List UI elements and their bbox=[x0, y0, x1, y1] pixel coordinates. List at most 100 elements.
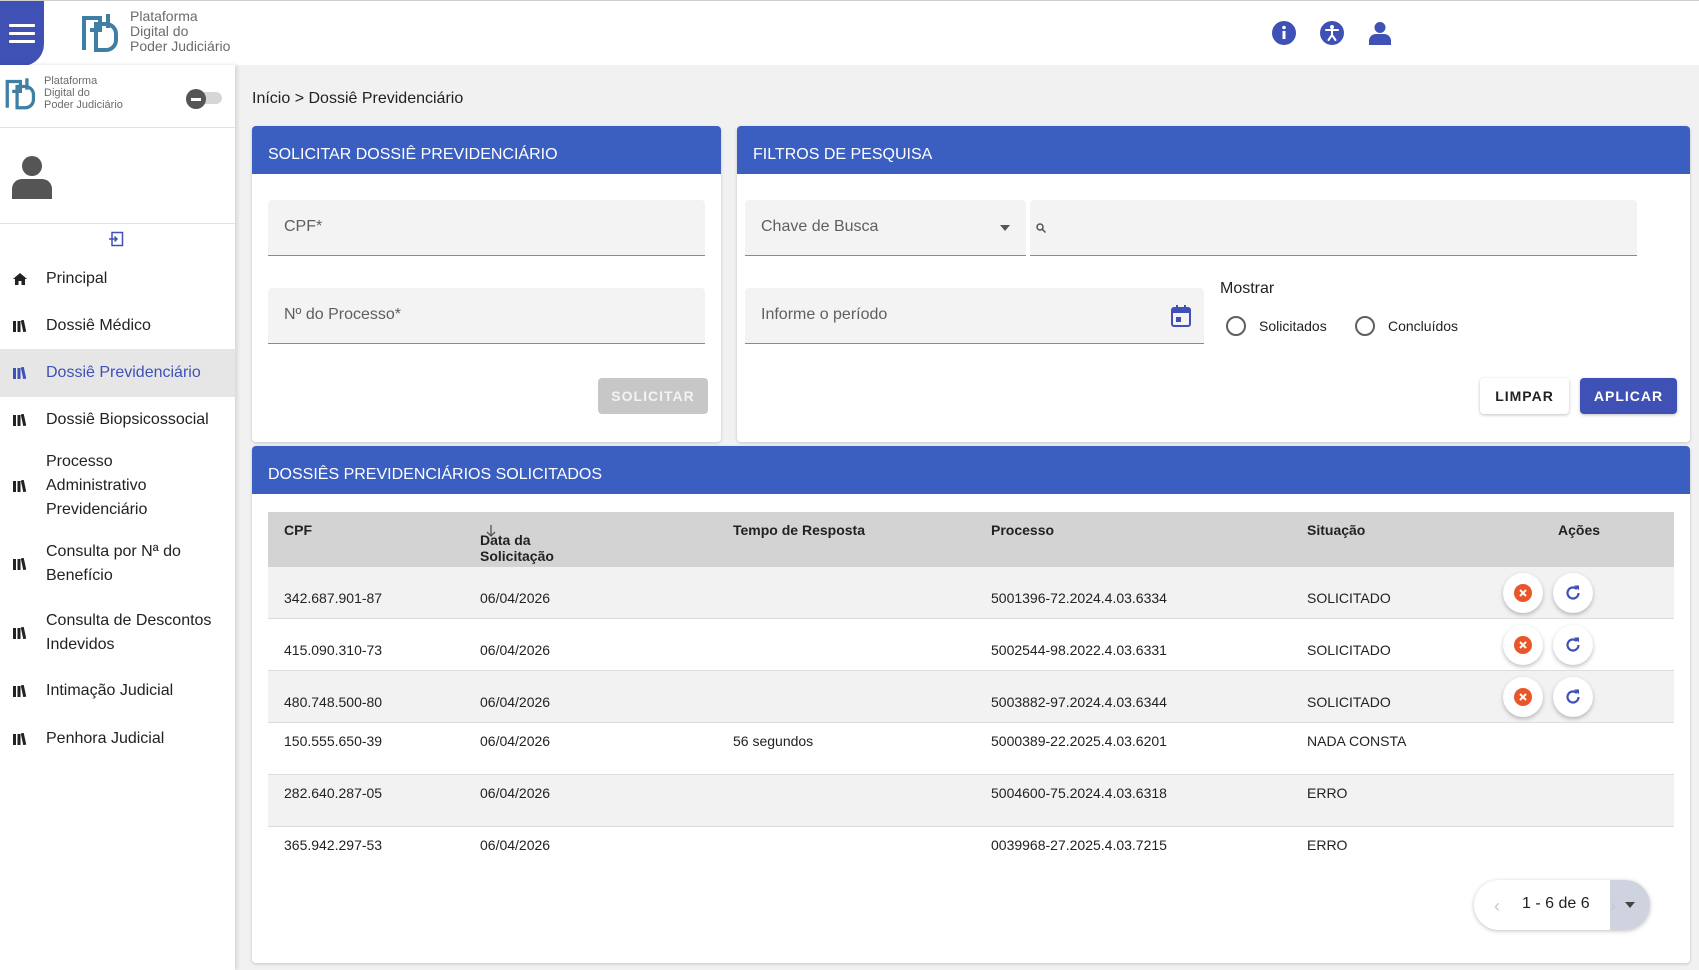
column-status[interactable]: Situação bbox=[1307, 522, 1365, 538]
filters-card-title: FILTROS DE PESQUISA bbox=[737, 126, 1690, 174]
cell-date: 06/04/2026 bbox=[480, 694, 551, 710]
process-number-field[interactable]: Nº do Processo* bbox=[268, 288, 705, 344]
cell-status: SOLICITADO bbox=[1307, 694, 1391, 710]
library-icon bbox=[13, 558, 27, 570]
request-button[interactable]: SOLICITAR bbox=[598, 378, 708, 414]
pdpj-logo-icon bbox=[5, 78, 36, 110]
sidebar-item-label: Processo Administrativo Previdenciário bbox=[46, 450, 147, 522]
search-icon bbox=[1036, 223, 1046, 233]
sidebar-brand: Plataforma Digital do Poder Judiciário bbox=[4, 75, 123, 111]
cancel-icon bbox=[1514, 584, 1532, 602]
cell-process: 5001396-72.2024.4.03.6334 bbox=[991, 590, 1167, 606]
sidebar-brand-line-2: Digital do bbox=[44, 87, 90, 99]
sidebar-item-principal[interactable]: Principal bbox=[0, 255, 235, 303]
radio-circle-icon bbox=[1226, 316, 1246, 336]
column-date[interactable]: Data da Solicitação bbox=[480, 522, 554, 564]
sidebar-item-consulta-descontos[interactable]: Consulta de Descontos Indevidos bbox=[0, 599, 235, 667]
period-field[interactable]: Informe o período bbox=[745, 288, 1204, 344]
sidebar-item-label: Dossiê Médico bbox=[46, 317, 151, 334]
brand-line-2: Digital do bbox=[130, 23, 189, 39]
radio-requested[interactable]: Solicitados bbox=[1226, 316, 1327, 336]
menu-button[interactable] bbox=[0, 1, 44, 66]
pagination: ‹ 1 - 6 de 6 › bbox=[1474, 880, 1650, 930]
sidebar-item-label: Penhora Judicial bbox=[46, 730, 165, 747]
cell-status: SOLICITADO bbox=[1307, 642, 1391, 658]
library-icon bbox=[13, 627, 27, 639]
sidebar-item-label-line: Administrativo bbox=[46, 477, 147, 494]
sidebar-item-penhora-judicial[interactable]: Penhora Judicial bbox=[0, 715, 235, 763]
sidebar-item-dossie-biopsicossocial[interactable]: Dossiê Biopsicossocial bbox=[0, 397, 235, 443]
table-row: 342.687.901-87 06/04/2026 5001396-72.202… bbox=[268, 567, 1674, 619]
cancel-request-button[interactable] bbox=[1503, 573, 1543, 613]
next-page-icon[interactable]: › bbox=[1610, 896, 1616, 917]
radio-completed[interactable]: Concluídos bbox=[1355, 316, 1458, 336]
accessibility-icon[interactable] bbox=[1318, 19, 1346, 47]
dropdown-arrow-icon bbox=[1000, 225, 1010, 231]
refresh-button[interactable] bbox=[1553, 677, 1593, 717]
sidebar-item-label: Consulta de Descontos Indevidos bbox=[46, 609, 211, 657]
previous-page-icon[interactable]: ‹ bbox=[1494, 896, 1500, 917]
sidebar-brand-line-3: Poder Judiciário bbox=[44, 99, 123, 111]
divider bbox=[0, 223, 235, 224]
clear-button[interactable]: LIMPAR bbox=[1480, 378, 1569, 414]
refresh-icon bbox=[1566, 585, 1580, 600]
breadcrumb: Início > Dossiê Previdenciário bbox=[252, 90, 463, 108]
breadcrumb-home[interactable]: Início bbox=[252, 90, 290, 107]
toggle-knob-icon bbox=[186, 89, 206, 109]
refresh-icon bbox=[1566, 637, 1580, 652]
top-icons bbox=[1270, 19, 1394, 47]
table-row: 150.555.650-39 06/04/2026 56 segundos 50… bbox=[268, 723, 1674, 775]
sidebar-item-dossie-medico[interactable]: Dossiê Médico bbox=[0, 303, 235, 349]
table-row: 415.090.310-73 06/04/2026 5002544-98.202… bbox=[268, 619, 1674, 671]
cell-cpf: 415.090.310-73 bbox=[284, 642, 383, 658]
pdpj-logo-icon bbox=[82, 13, 118, 52]
refresh-button[interactable] bbox=[1553, 573, 1593, 613]
apply-button[interactable]: APLICAR bbox=[1580, 378, 1677, 414]
filters-card: FILTROS DE PESQUISA Chave de Busca Infor… bbox=[737, 126, 1690, 442]
sidebar-item-dossie-previdenciario[interactable]: Dossiê Previdenciário bbox=[0, 349, 235, 397]
cell-cpf: 365.942.297-53 bbox=[284, 837, 383, 853]
cancel-request-button[interactable] bbox=[1503, 677, 1543, 717]
sidebar-item-label: Consulta por Nª do Benefício bbox=[46, 540, 181, 588]
library-icon bbox=[13, 367, 27, 379]
cancel-request-button[interactable] bbox=[1503, 625, 1543, 665]
theme-toggle[interactable] bbox=[186, 89, 224, 109]
results-card-title: DOSSIÊS PREVIDENCIÁRIOS SOLICITADOS bbox=[252, 446, 1690, 494]
radio-requested-label: Solicitados bbox=[1259, 318, 1327, 334]
sidebar-item-intimacao-judicial[interactable]: Intimação Judicial bbox=[0, 667, 235, 715]
table-header: CPF Data da Solicitação Tempo de Respost… bbox=[268, 512, 1674, 567]
column-process[interactable]: Processo bbox=[991, 522, 1054, 538]
brand-line-3: Poder Judiciário bbox=[130, 38, 231, 54]
column-response-time[interactable]: Tempo de Resposta bbox=[733, 522, 865, 538]
info-icon[interactable] bbox=[1270, 19, 1298, 47]
cell-date: 06/04/2026 bbox=[480, 590, 551, 606]
collapse-sidebar-icon[interactable] bbox=[108, 231, 124, 247]
sidebar-item-label: Dossiê Biopsicossocial bbox=[46, 411, 209, 428]
library-icon bbox=[13, 414, 27, 426]
search-input[interactable] bbox=[1030, 200, 1637, 256]
sidebar-item-label-line: Consulta de Descontos bbox=[46, 612, 212, 629]
library-icon bbox=[13, 685, 27, 697]
sidebar-item-consulta-beneficio[interactable]: Consulta por Nª do Benefício bbox=[0, 529, 235, 599]
sidebar-item-label-line: Indevidos bbox=[46, 636, 115, 653]
library-icon bbox=[13, 733, 27, 745]
sidebar-item-label-line: Consulta por Nª do bbox=[46, 543, 181, 560]
sidebar-item-label: Dossiê Previdenciário bbox=[46, 364, 201, 381]
cell-date: 06/04/2026 bbox=[480, 642, 551, 658]
refresh-button[interactable] bbox=[1553, 625, 1593, 665]
cell-cpf: 342.687.901-87 bbox=[284, 590, 383, 606]
cpf-placeholder: CPF* bbox=[284, 218, 323, 235]
sidebar-item-processo-administrativo[interactable]: Processo Administrativo Previdenciário bbox=[0, 443, 235, 529]
breadcrumb-current: Dossiê Previdenciário bbox=[308, 90, 464, 107]
cell-process: 5003882-97.2024.4.03.6344 bbox=[991, 694, 1167, 710]
cancel-icon bbox=[1514, 688, 1532, 706]
cpf-field[interactable]: CPF* bbox=[268, 200, 705, 256]
cell-status: NADA CONSTA bbox=[1307, 733, 1407, 749]
column-cpf[interactable]: CPF bbox=[284, 522, 312, 538]
user-icon[interactable] bbox=[1366, 19, 1394, 47]
calendar-icon[interactable] bbox=[1171, 305, 1191, 327]
sidebar-nav: Principal Dossiê Médico Dossiê Previdenc… bbox=[0, 255, 235, 763]
library-icon bbox=[13, 320, 27, 332]
search-key-select[interactable]: Chave de Busca bbox=[745, 200, 1026, 256]
cell-response-time: 56 segundos bbox=[733, 733, 814, 749]
